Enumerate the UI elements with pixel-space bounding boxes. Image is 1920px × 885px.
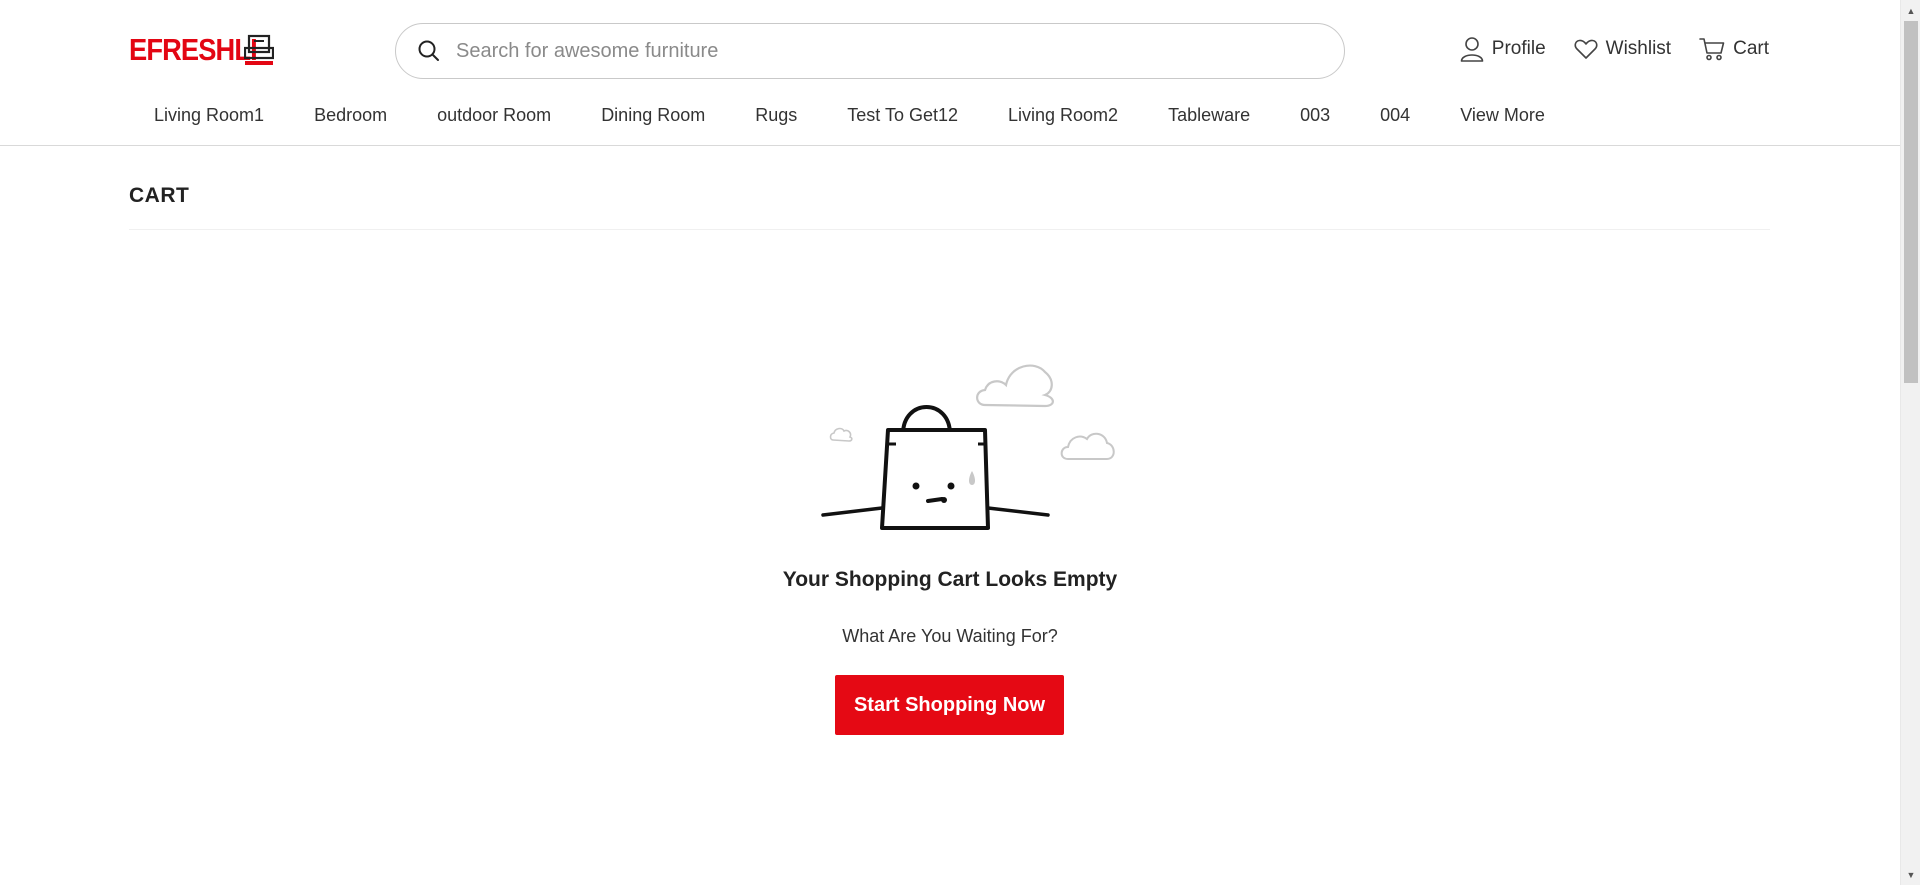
profile-link[interactable]: Profile xyxy=(1460,36,1546,62)
title-divider xyxy=(129,229,1770,230)
scrollbar-thumb[interactable] xyxy=(1904,21,1918,383)
nav-item-003[interactable]: 003 xyxy=(1275,102,1355,128)
vertical-scrollbar[interactable]: ▲ ▼ xyxy=(1900,0,1920,885)
nav-item-dining-room[interactable]: Dining Room xyxy=(576,102,730,128)
search-bar[interactable] xyxy=(395,23,1345,79)
nav-item-bedroom[interactable]: Bedroom xyxy=(289,102,412,128)
nav-item-tableware[interactable]: Tableware xyxy=(1143,102,1275,128)
nav-item-test-to-get12[interactable]: Test To Get12 xyxy=(822,102,983,128)
cart-icon xyxy=(1699,38,1725,61)
search-icon xyxy=(416,38,442,64)
empty-cart-subtitle: What Are You Waiting For? xyxy=(842,626,1058,646)
nav-item-living-room1[interactable]: Living Room1 xyxy=(129,102,289,128)
nav-item-view-more[interactable]: View More xyxy=(1435,102,1570,128)
profile-label: Profile xyxy=(1491,38,1546,59)
user-icon xyxy=(1460,37,1484,62)
sofa-logo-icon xyxy=(244,34,274,65)
category-nav: Living Room1 Bedroom outdoor Room Dining… xyxy=(129,102,1570,128)
nav-item-outdoor-room[interactable]: outdoor Room xyxy=(412,102,576,128)
cart-label: Cart xyxy=(1733,38,1769,59)
nav-item-living-room2[interactable]: Living Room2 xyxy=(983,102,1143,128)
brand-logo-text: EFRESHLI xyxy=(129,32,258,67)
cart-link[interactable]: Cart xyxy=(1699,37,1769,61)
wishlist-label: Wishlist xyxy=(1605,38,1672,59)
empty-cart-title: Your Shopping Cart Looks Empty xyxy=(782,568,1118,591)
scroll-down-arrow-icon[interactable]: ▼ xyxy=(1901,866,1920,883)
site-header: EFRESHLI Search for awesome furniture Pr… xyxy=(0,0,1900,146)
start-shopping-button[interactable]: Start Shopping Now xyxy=(835,675,1064,735)
heart-icon xyxy=(1574,39,1598,59)
header-actions: Profile Wishlist Cart xyxy=(1460,36,1769,62)
page-title: CART xyxy=(129,184,190,207)
wishlist-link[interactable]: Wishlist xyxy=(1574,38,1671,60)
nav-item-004[interactable]: 004 xyxy=(1355,102,1435,128)
page: EFRESHLI Search for awesome furniture Pr… xyxy=(0,0,1900,885)
sad-shopping-bag-illustration xyxy=(821,364,1115,530)
brand-logo[interactable]: EFRESHLI xyxy=(129,32,274,68)
search-input[interactable] xyxy=(456,39,1316,63)
scroll-up-arrow-icon[interactable]: ▲ xyxy=(1901,2,1920,19)
nav-item-rugs[interactable]: Rugs xyxy=(730,102,822,128)
